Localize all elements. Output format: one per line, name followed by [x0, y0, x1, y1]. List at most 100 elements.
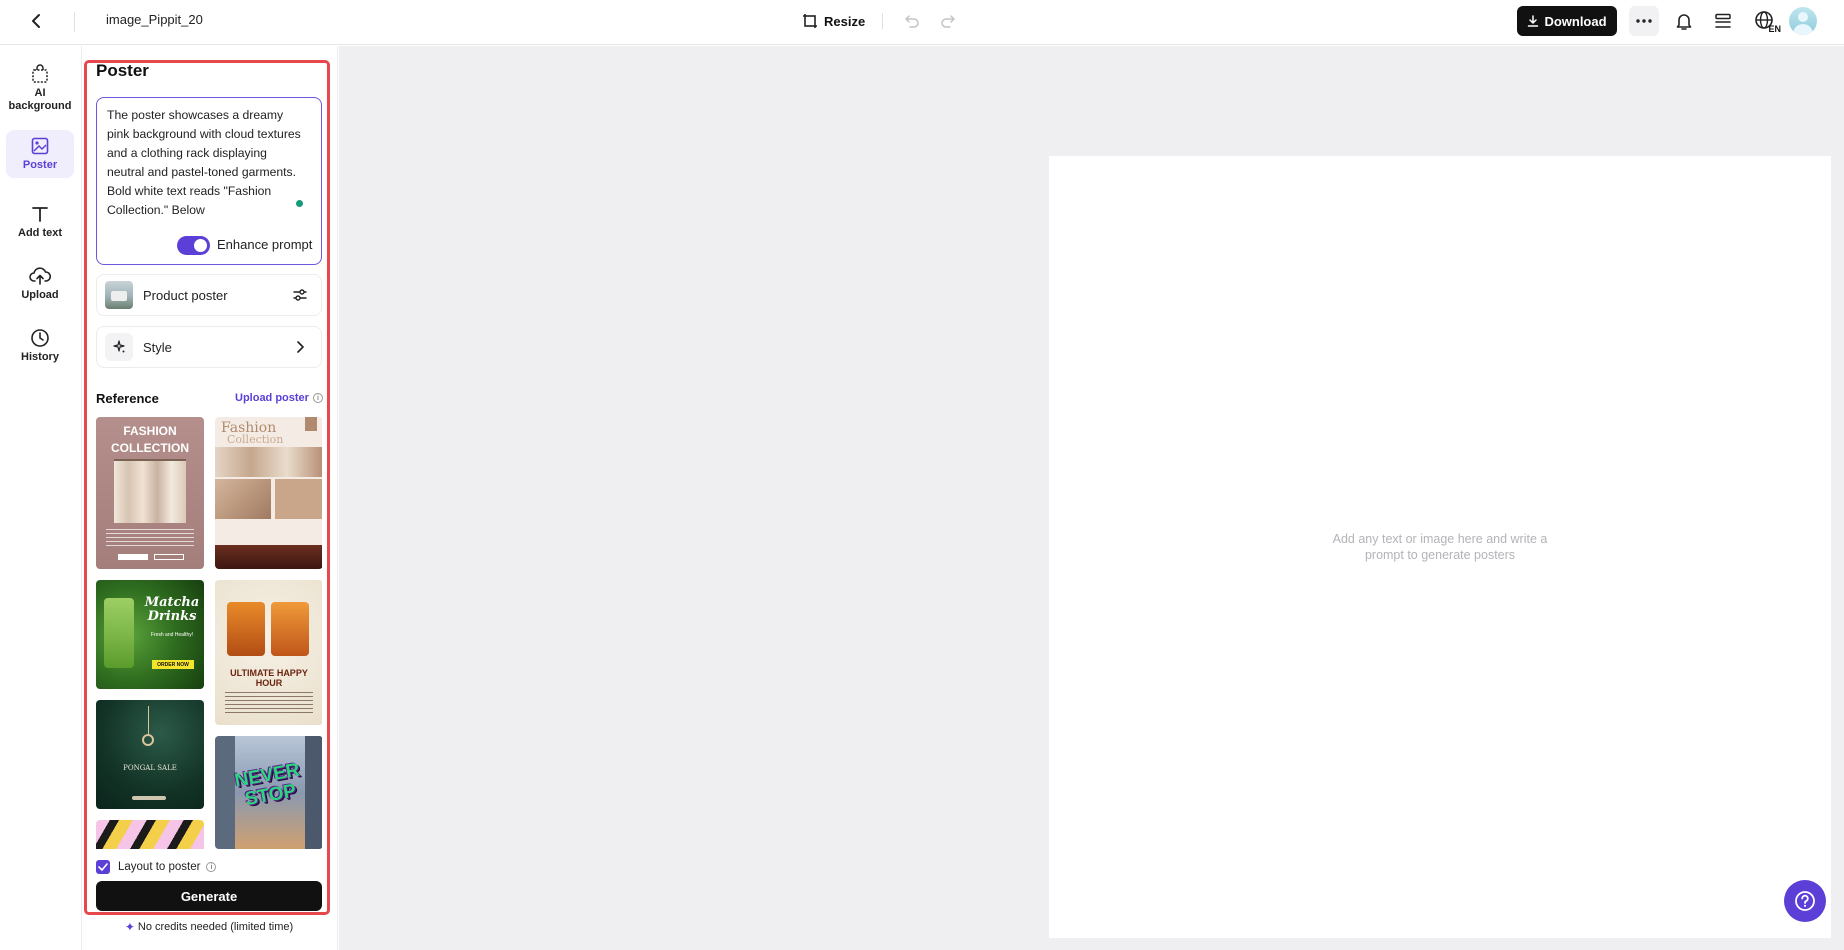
reference-patterned-poster[interactable]: [96, 820, 204, 849]
shoes-image: [215, 447, 322, 477]
download-button[interactable]: Download: [1517, 6, 1617, 36]
sparkle-icon: ✦: [124, 920, 135, 934]
undo-button[interactable]: [900, 9, 924, 33]
reference-happy-hour[interactable]: ULTIMATE HAPPY HOUR: [215, 580, 322, 725]
upload-poster-label: Upload poster: [235, 392, 309, 404]
top-bar: image_Pippit_20 Resize Download EN: [0, 0, 1844, 45]
pongal-title: PONGAL SALE: [123, 764, 177, 772]
happy-hour-title: ULTIMATE HAPPY HOUR: [230, 668, 308, 688]
credits-note: ✦ No credits needed (limited time): [96, 920, 322, 934]
document-title[interactable]: image_Pippit_20: [106, 12, 203, 27]
reference-gallery: FASHION COLLECTION Fashion Collection Ma…: [96, 417, 322, 849]
chevron-right-icon: [285, 335, 315, 359]
layers-icon: [1715, 13, 1731, 28]
fashion-title: FASHION COLLECTION: [111, 424, 189, 455]
rail-item-label: Poster: [22, 159, 58, 171]
credits-label: No credits needed (limited time): [137, 921, 294, 933]
prompt-text[interactable]: The poster showcases a dreamy pink backg…: [107, 106, 303, 222]
scroll-indicator: [296, 200, 303, 207]
chevron-left-icon: [32, 14, 40, 28]
reference-pongal-sale[interactable]: PONGAL SALE: [96, 700, 204, 809]
cocktail-glass-left: [227, 602, 265, 656]
resize-button[interactable]: Resize: [802, 9, 865, 33]
download-label: Download: [1544, 13, 1607, 29]
style-selector[interactable]: Style: [96, 326, 322, 368]
more-horizontal-icon: [1636, 19, 1652, 23]
rail-item-label: AI background: [8, 87, 72, 112]
reference-never-stop[interactable]: NEVER STOP: [215, 736, 322, 849]
accent-block: [275, 479, 322, 519]
rail-item-label: Add text: [18, 227, 62, 239]
reference-matcha-drinks[interactable]: Matcha Drinks Fresh and Healthy! ORDER N…: [96, 580, 204, 689]
panel-title: Poster: [96, 61, 149, 80]
product-poster-label: Product poster: [143, 287, 228, 303]
ai-background-icon: [32, 64, 48, 83]
settings-button[interactable]: [285, 283, 315, 307]
torn-paper-strip: [215, 545, 322, 569]
back-button[interactable]: [24, 9, 48, 33]
workspace: Add any text or image here and write a p…: [339, 46, 1844, 950]
rail-item-ai-background[interactable]: AI background: [6, 58, 74, 119]
sparkle-icon: [105, 333, 133, 361]
resize-icon: [803, 14, 817, 28]
sliders-icon: [293, 289, 307, 301]
body-text-lines: [106, 529, 194, 549]
layout-to-poster-label: Layout to poster i: [118, 861, 217, 873]
reference-fashion-collection[interactable]: FASHION COLLECTION: [96, 417, 204, 569]
resize-label: Resize: [824, 13, 866, 29]
more-options-button[interactable]: [1629, 6, 1659, 36]
product-poster-thumbnail: [105, 281, 133, 309]
necklace-chain: [148, 706, 149, 734]
pongal-cta: [132, 796, 166, 800]
corner-tag: [305, 417, 317, 431]
avatar[interactable]: [1789, 7, 1817, 35]
enhance-prompt-toggle[interactable]: [177, 236, 210, 255]
clothing-rack-image: [114, 459, 186, 523]
bag-image: [215, 479, 271, 519]
undo-icon: [905, 15, 919, 28]
canvas-hint-line-2: prompt to generate posters: [1364, 548, 1516, 562]
redo-button[interactable]: [936, 9, 960, 33]
style-label: Style: [143, 339, 172, 355]
upload-poster-link[interactable]: Upload poster i: [235, 392, 323, 404]
canvas-hint: Add any text or image here and write a p…: [1049, 531, 1831, 563]
generate-button[interactable]: Generate: [96, 881, 322, 911]
rail-item-poster[interactable]: Poster: [6, 130, 74, 178]
reference-fashion-collection-2[interactable]: Fashion Collection: [215, 417, 322, 569]
matcha-title: Matcha Drinks: [144, 595, 200, 624]
question-icon: [1795, 891, 1815, 911]
prompt-input[interactable]: The poster showcases a dreamy pink backg…: [96, 97, 322, 265]
canvas-hint-line-1: Add any text or image here and write a: [1332, 532, 1548, 546]
cloud-upload-icon: [29, 267, 51, 285]
download-icon: [1528, 15, 1539, 27]
event-text-lines: [225, 692, 313, 714]
poster-icon: [31, 137, 49, 155]
shop-now-badge: [118, 554, 148, 560]
fashion2-subtitle: Collection: [227, 433, 284, 446]
text-icon: [32, 207, 48, 222]
rail-item-add-text[interactable]: Add text: [6, 198, 74, 246]
poster-canvas[interactable]: Add any text or image here and write a p…: [1049, 156, 1831, 938]
layout-to-poster-text: Layout to poster: [118, 861, 201, 873]
layout-to-poster-checkbox[interactable]: [96, 860, 110, 874]
left-rail: AI background Poster Add text Upload His…: [0, 46, 82, 950]
help-button[interactable]: [1784, 880, 1826, 922]
language-button[interactable]: EN: [1750, 7, 1781, 35]
clock-icon: [31, 329, 49, 347]
reference-title: Reference: [96, 391, 159, 406]
redo-icon: [941, 15, 955, 28]
info-icon[interactable]: i: [312, 393, 323, 403]
bell-icon: [1676, 13, 1692, 30]
layers-button[interactable]: [1710, 8, 1736, 34]
cocktail-glass-right: [271, 602, 309, 656]
divider: [74, 12, 75, 32]
divider: [882, 13, 883, 29]
notifications-button[interactable]: [1671, 8, 1697, 34]
rail-item-upload[interactable]: Upload: [6, 260, 74, 308]
info-badge: [154, 554, 184, 560]
info-icon[interactable]: i: [206, 862, 217, 872]
rail-item-history[interactable]: History: [6, 322, 74, 370]
language-badge: EN: [1768, 24, 1781, 34]
matcha-cta: ORDER NOW: [152, 660, 194, 669]
product-poster-selector[interactable]: Product poster: [96, 274, 322, 316]
